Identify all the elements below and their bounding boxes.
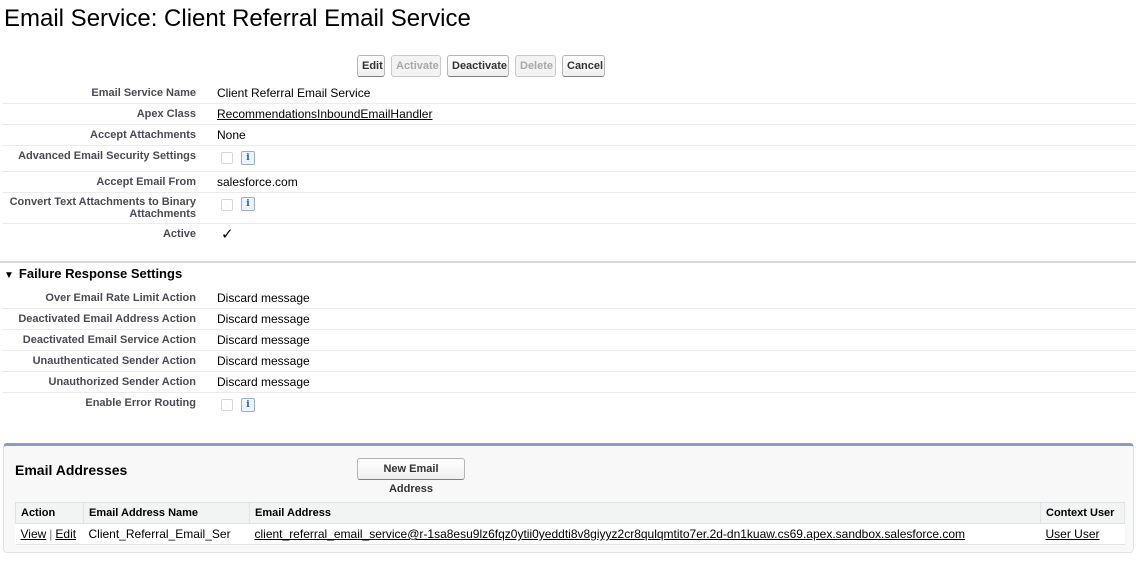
field-label: Advanced Email Security Settings — [18, 150, 196, 162]
failure-row-error-routing: Enable Error Routing i — [2, 392, 1136, 418]
action-cell: View | Edit — [15, 523, 84, 545]
email-service-name-value: Client Referral Email Service — [217, 86, 371, 100]
convert-text-attachments-checkbox — [221, 199, 233, 211]
checkmark-icon: ✓ — [221, 226, 234, 243]
field-label: Over Email Rate Limit Action — [45, 292, 196, 304]
section-divider — [0, 261, 1136, 263]
detail-row-email-service-name: Email Service Name Client Referral Email… — [2, 82, 1136, 104]
detail-row-convert-text-attachments: Convert Text Attachments to Binary Attac… — [2, 192, 1136, 224]
field-value: Discard message — [217, 291, 310, 305]
advanced-security-checkbox — [221, 152, 233, 164]
view-link[interactable]: View — [21, 527, 47, 541]
apex-class-link[interactable]: RecommendationsInboundEmailHandler — [217, 107, 432, 121]
detail-row-accept-attachments: Accept Attachments None — [2, 124, 1136, 146]
email-address-link[interactable]: client_referral_email_service@r-1sa8esu9… — [255, 527, 966, 541]
failure-row: Deactivated Email Service Action Discard… — [2, 329, 1136, 351]
detail-row-advanced-security: Advanced Email Security Settings i — [2, 145, 1136, 172]
activate-button[interactable]: Activate — [391, 55, 441, 77]
field-value: Discard message — [217, 312, 310, 326]
section-header-failure-response[interactable]: ▼ Failure Response Settings — [4, 266, 182, 281]
deactivate-button[interactable]: Deactivate — [447, 55, 509, 77]
email-addresses-related-list: Email Addresses New Email Address Action… — [3, 443, 1134, 553]
accept-attachments-value: None — [217, 128, 246, 142]
field-label: Email Service Name — [91, 87, 196, 99]
failure-row: Unauthenticated Sender Action Discard me… — [2, 350, 1136, 372]
info-icon[interactable]: i — [241, 197, 255, 211]
field-value: Discard message — [217, 354, 310, 368]
context-user-link[interactable]: User User — [1046, 527, 1100, 541]
field-label: Deactivated Email Address Action — [18, 313, 196, 325]
info-icon[interactable]: i — [241, 151, 255, 165]
column-header-context-user: Context User — [1040, 502, 1125, 524]
accept-email-from-value: salesforce.com — [217, 175, 298, 189]
page-title: Email Service: Client Referral Email Ser… — [4, 5, 471, 32]
column-header-email-address-name: Email Address Name — [83, 502, 250, 524]
detail-row-active: Active ✓ — [2, 223, 1136, 249]
failure-row: Deactivated Email Address Action Discard… — [2, 308, 1136, 330]
failure-row: Unauthorized Sender Action Discard messa… — [2, 371, 1136, 393]
detail-row-accept-email-from: Accept Email From salesforce.com — [2, 171, 1136, 193]
field-label: Accept Attachments — [90, 129, 196, 141]
detail-row-apex-class: Apex Class RecommendationsInboundEmailHa… — [2, 103, 1136, 125]
table-row: View | Edit Client_Referral_Email_Ser clie… — [15, 523, 1125, 545]
delete-button[interactable]: Delete — [515, 55, 556, 77]
failure-row: Over Email Rate Limit Action Discard mes… — [2, 287, 1136, 309]
cancel-button[interactable]: Cancel — [562, 55, 605, 77]
column-header-email-address: Email Address — [249, 502, 1041, 524]
field-label: Apex Class — [136, 108, 196, 120]
email-address-cell: client_referral_email_service@r-1sa8esu9… — [249, 523, 1041, 545]
new-email-address-button[interactable]: New Email Address — [357, 458, 465, 495]
collapse-triangle-icon[interactable]: ▼ — [4, 270, 14, 281]
field-label: Active — [162, 228, 196, 240]
email-addresses-table: Action Email Address Name Email Address … — [15, 502, 1125, 545]
field-label: Unauthorized Sender Action — [48, 376, 197, 388]
email-address-name-cell: Client_Referral_Email_Ser — [83, 523, 250, 545]
context-user-cell: User User — [1040, 523, 1125, 545]
error-routing-checkbox — [221, 399, 233, 411]
section-title: Failure Response Settings — [18, 266, 183, 281]
info-icon[interactable]: i — [241, 398, 255, 412]
edit-link[interactable]: Edit — [55, 527, 76, 541]
field-label: Unauthenticated Sender Action — [32, 355, 196, 367]
field-label: Convert Text Attachments to Binary Attac… — [9, 196, 196, 220]
related-list-title: Email Addresses — [15, 462, 128, 478]
field-value: Discard message — [217, 375, 310, 389]
action-separator: | — [49, 527, 53, 541]
field-label: Accept Email From — [96, 176, 196, 188]
field-value: Discard message — [217, 333, 310, 347]
field-label: Deactivated Email Service Action — [22, 334, 196, 346]
column-header-action: Action — [15, 502, 84, 524]
edit-button[interactable]: Edit — [357, 55, 385, 77]
field-label: Enable Error Routing — [85, 397, 196, 409]
